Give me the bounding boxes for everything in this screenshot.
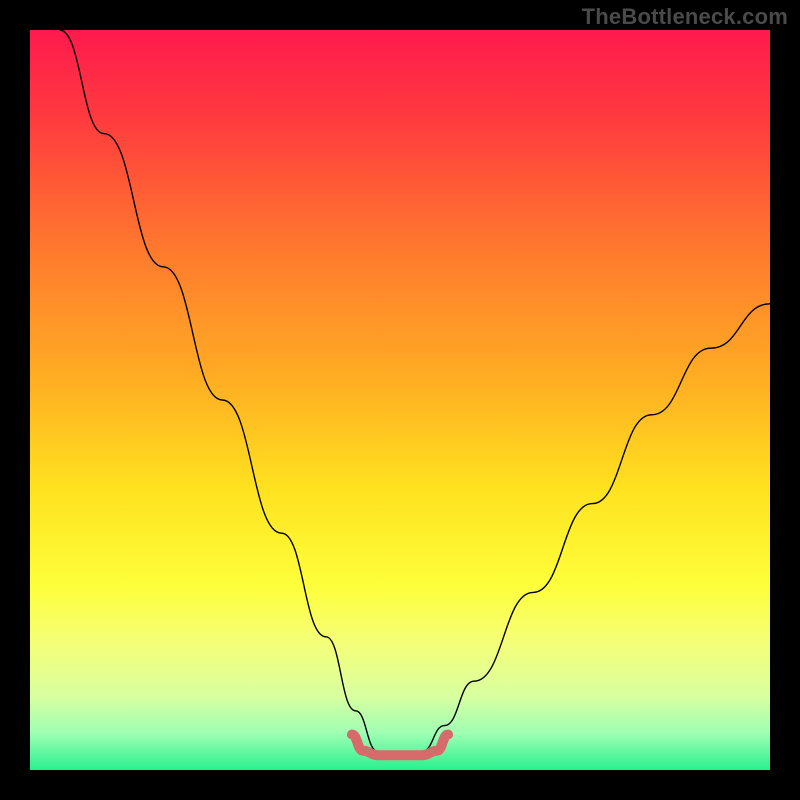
plot-area	[30, 30, 770, 770]
chart-svg	[30, 30, 770, 770]
gradient-background	[30, 30, 770, 770]
chart-frame: TheBottleneck.com	[0, 0, 800, 800]
watermark-text: TheBottleneck.com	[582, 4, 788, 30]
